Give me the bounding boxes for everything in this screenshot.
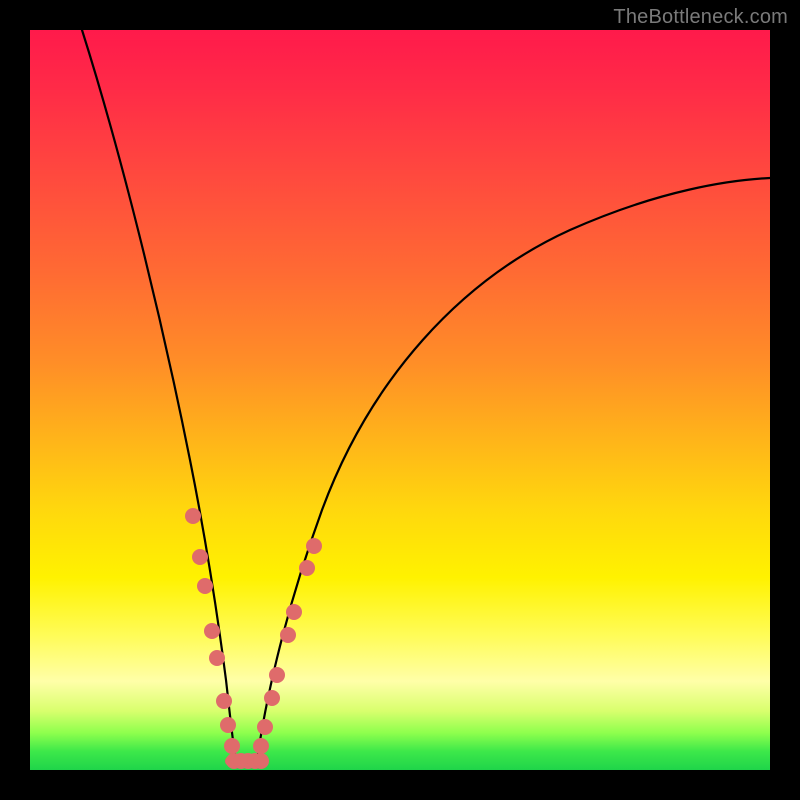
bead bbox=[306, 538, 322, 554]
bead bbox=[192, 549, 208, 565]
curve-right-branch bbox=[257, 178, 770, 761]
bead bbox=[216, 693, 232, 709]
bead bbox=[185, 508, 201, 524]
bead bbox=[257, 719, 273, 735]
bead bbox=[299, 560, 315, 576]
watermark-text: TheBottleneck.com bbox=[613, 6, 788, 29]
chart-frame: TheBottleneck.com bbox=[0, 0, 800, 800]
plot-area bbox=[30, 30, 770, 770]
bead bbox=[253, 753, 269, 769]
bead bbox=[286, 604, 302, 620]
bead bbox=[204, 623, 220, 639]
bead bbox=[224, 738, 240, 754]
bead bbox=[209, 650, 225, 666]
bead bbox=[197, 578, 213, 594]
bead bbox=[253, 738, 269, 754]
bead bbox=[264, 690, 280, 706]
bead bbox=[220, 717, 236, 733]
beads-floor bbox=[226, 753, 269, 769]
beads-right bbox=[253, 538, 322, 754]
curve-layer bbox=[30, 30, 770, 770]
bead bbox=[269, 667, 285, 683]
bead bbox=[280, 627, 296, 643]
beads-left bbox=[185, 508, 240, 754]
